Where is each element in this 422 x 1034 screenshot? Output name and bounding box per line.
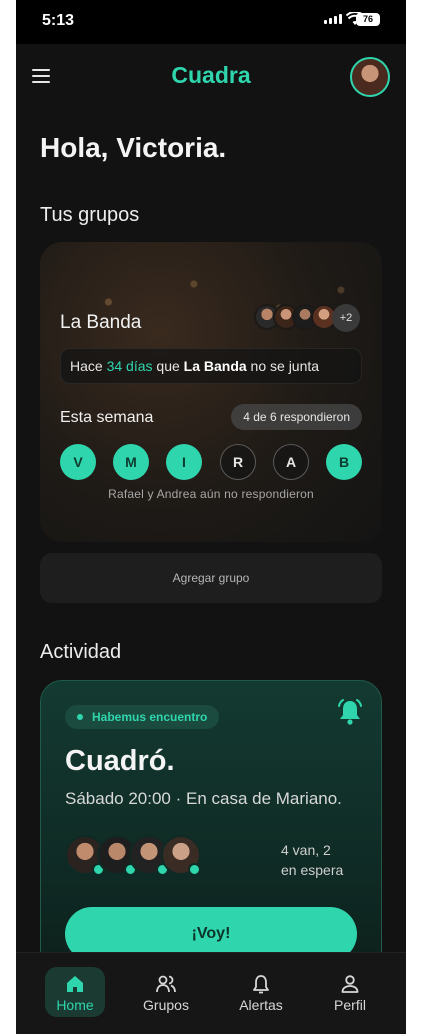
nav-perfil-label: Perfil bbox=[334, 997, 366, 1013]
event-status-tag: Habemus encuentro bbox=[65, 705, 220, 729]
home-icon bbox=[67, 976, 83, 992]
day-chip[interactable]: B bbox=[326, 444, 362, 480]
profile-avatar[interactable] bbox=[350, 57, 390, 97]
nav-home[interactable]: Home bbox=[35, 953, 115, 1017]
activity-section-title: Actividad bbox=[40, 641, 122, 663]
since-last-meet: Hace 34 días que La Banda no se junta bbox=[60, 348, 362, 384]
day-chip[interactable]: M bbox=[113, 444, 149, 480]
group-card[interactable]: La Banda +2 Hace 34 días que La Banda no… bbox=[40, 242, 382, 542]
nav-grupos[interactable]: Grupos bbox=[126, 953, 206, 1013]
check-icon bbox=[188, 863, 201, 876]
app-header: Cuadra bbox=[16, 44, 406, 110]
status-time: 5:13 bbox=[42, 12, 75, 29]
nav-alertas-label: Alertas bbox=[239, 997, 283, 1013]
since-prefix: Hace bbox=[70, 358, 107, 374]
pending-responses-text: Rafael y Andrea aún no respondieron bbox=[108, 487, 314, 501]
groups-section-title: Tus grupos bbox=[40, 204, 140, 226]
day-chip[interactable]: R bbox=[220, 444, 256, 480]
group-member-avatars: +2 bbox=[254, 304, 360, 332]
day-chip[interactable]: V bbox=[60, 444, 96, 480]
app-screen: 5:13 76 Cuadra Hola, Victoria. Tus grupo… bbox=[16, 0, 406, 1034]
nav-home-label: Home bbox=[56, 997, 94, 1013]
signal-icon bbox=[324, 14, 342, 24]
user-icon bbox=[341, 975, 359, 993]
week-label: Esta semana bbox=[60, 409, 154, 426]
responses-badge: 4 de 6 respondieron bbox=[231, 404, 362, 430]
nav-alertas[interactable]: Alertas bbox=[221, 953, 301, 1013]
attendance-summary: 4 van, 2 en espera bbox=[281, 840, 371, 880]
day-chip[interactable]: A bbox=[273, 444, 309, 480]
attendee-avatars bbox=[65, 835, 201, 876]
attendee-avatar bbox=[161, 835, 201, 876]
weekday-selector: V M I R A B bbox=[60, 444, 362, 480]
add-group-button[interactable]: Agregar grupo bbox=[40, 553, 382, 603]
users-icon bbox=[156, 975, 176, 993]
nav-grupos-label: Grupos bbox=[143, 997, 189, 1013]
since-suffix: no se junta bbox=[246, 358, 320, 374]
since-middle: que bbox=[152, 358, 184, 374]
status-bar: 5:13 76 bbox=[16, 0, 406, 44]
group-name: La Banda bbox=[60, 312, 142, 333]
alarm-bell-icon[interactable] bbox=[335, 697, 365, 727]
attendance-waiting: en espera bbox=[281, 862, 344, 878]
attendance-going: 4 van, 2 bbox=[281, 842, 331, 858]
battery-icon: 76 bbox=[356, 13, 380, 26]
event-details: Sábado 20:00 · En casa de Mariano. bbox=[65, 789, 342, 808]
bottom-navigation: Home Grupos Alertas Perfil bbox=[16, 952, 406, 1034]
app-title: Cuadra bbox=[171, 62, 251, 88]
greeting: Hola, Victoria. bbox=[40, 132, 227, 163]
days-count: 34 días bbox=[106, 358, 153, 374]
day-chip[interactable]: I bbox=[166, 444, 202, 480]
bell-icon bbox=[253, 975, 269, 994]
event-title: Cuadró. bbox=[65, 745, 175, 777]
since-group-name: La Banda bbox=[183, 358, 247, 374]
nav-perfil[interactable]: Perfil bbox=[310, 953, 390, 1013]
more-members-badge: +2 bbox=[332, 304, 360, 332]
